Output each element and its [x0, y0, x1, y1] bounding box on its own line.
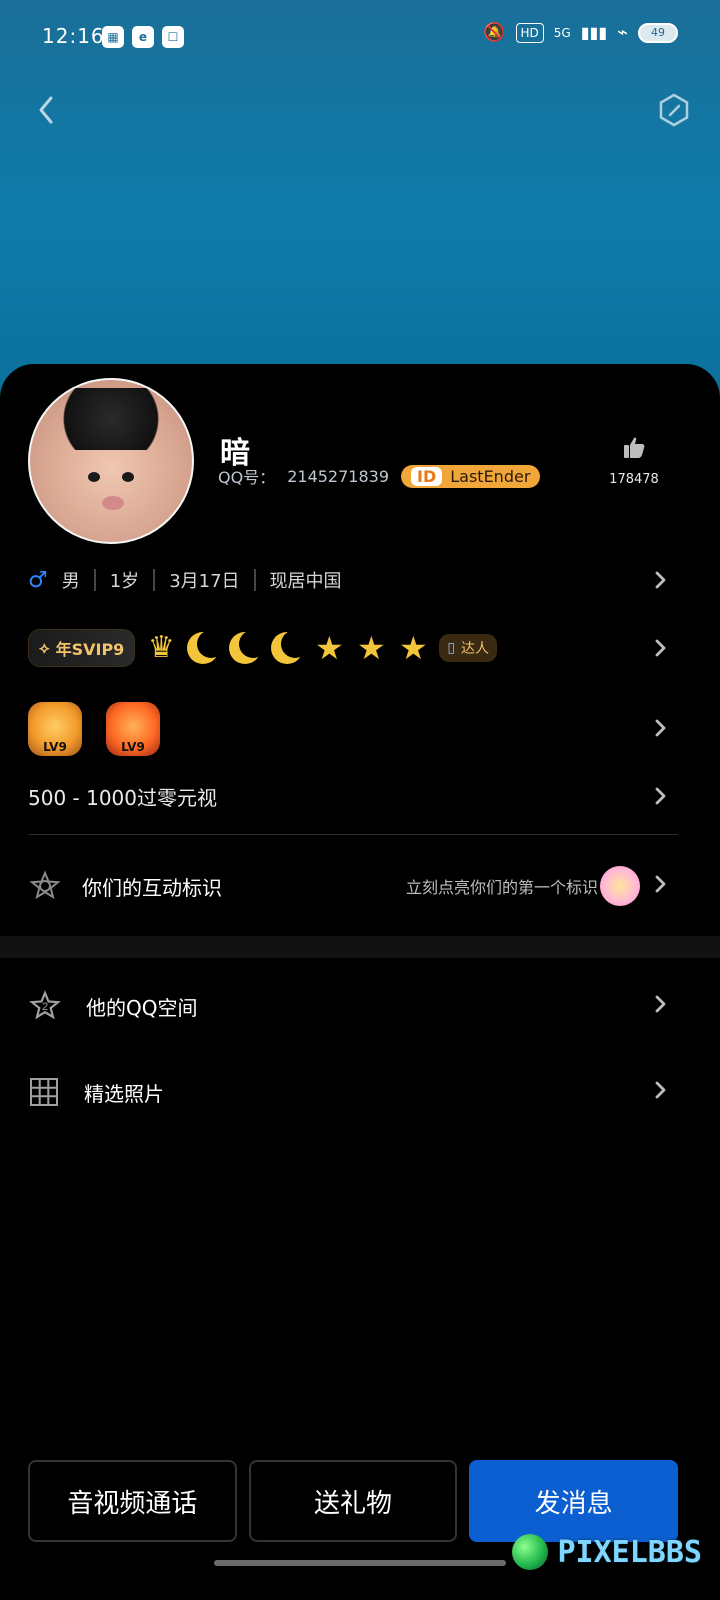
chevron-right-icon [655, 639, 666, 657]
notification-icon: ▦ [102, 26, 124, 48]
av-call-button[interactable]: 音视频通话 [28, 1460, 237, 1542]
avatar[interactable] [28, 378, 194, 544]
moon-icon [187, 630, 226, 664]
silent-icon: 🔕 [483, 22, 506, 43]
age: 1岁 [109, 571, 140, 592]
chevron-right-icon [655, 875, 666, 893]
divider [253, 569, 256, 591]
watermark-logo-icon [511, 1534, 548, 1570]
watermark-text: PIXELBBS [557, 1534, 703, 1570]
interaction-star-icon [29, 870, 61, 900]
menu-item-qq-space[interactable]: 2 他的QQ空间 [28, 978, 690, 1034]
status-right: 🔕 HD 5G ▮▮▮ ⌁ 49 [483, 22, 678, 43]
status-bar: 12:16 ▦ e ☐ 🔕 HD 5G ▮▮▮ ⌁ 49 [0, 0, 720, 76]
network-icon: 5G [553, 25, 571, 40]
battery-icon: 49 [638, 22, 678, 43]
chevron-left-icon [39, 96, 53, 124]
level-text: LV9 [121, 740, 145, 754]
top-navigation [0, 80, 720, 140]
chevron-right-icon [655, 571, 666, 589]
gender: 男 [61, 571, 80, 592]
motto-row[interactable]: 500 - 1000过零元视 [28, 770, 690, 822]
likes[interactable]: 178478 [604, 434, 664, 487]
star-icon: ★ [398, 629, 428, 667]
level-badge-bolt: LV9 [106, 702, 160, 756]
daren-label: 达人 [461, 641, 490, 657]
back-button[interactable] [26, 90, 66, 130]
qq-space-star-icon: 2 [29, 990, 61, 1020]
location: 现居中国 [269, 571, 342, 592]
id-badge[interactable]: ID LastEnder [401, 464, 541, 488]
svip-badge: ⟡ 年SVIP9 [28, 629, 136, 667]
wifi-icon: ⌁ [617, 22, 628, 43]
star-icon: ★ [314, 629, 344, 667]
qq-number[interactable]: 2145271839 [287, 467, 389, 486]
watermark: PIXELBBS [511, 1534, 703, 1570]
male-icon: ♂ [28, 567, 48, 593]
send-gift-button[interactable]: 送礼物 [248, 1460, 458, 1542]
avatar-mouth [102, 496, 124, 510]
crown-icon: ♛ [147, 630, 175, 665]
divider [153, 569, 156, 591]
daren-badge: ▯ 达人 [439, 634, 498, 662]
phone-icon: ▯ [447, 640, 456, 656]
menu-label-qq-space: 他的QQ空间 [86, 995, 198, 1020]
moon-icon [271, 630, 310, 664]
send-message-button[interactable]: 发消息 [469, 1460, 679, 1542]
home-indicator[interactable] [214, 1560, 506, 1566]
chevron-right-icon [655, 787, 666, 805]
edit-profile-button[interactable] [654, 90, 694, 130]
level-text: LV9 [43, 740, 67, 754]
chevron-right-icon [655, 995, 666, 1013]
status-time: 12:16 [42, 24, 105, 48]
avatar-hair [40, 388, 182, 450]
divider [93, 569, 96, 591]
interaction-mark-row[interactable]: 你们的互动标识 立刻点亮你们的第一个标识 [28, 858, 690, 914]
menu-item-photos[interactable]: 精选照片 [28, 1064, 690, 1120]
hd-icon: HD [515, 22, 544, 43]
chevron-right-icon [655, 1081, 666, 1099]
basic-info-row[interactable]: ♂ 男 1岁 3月17日 现居中国 [28, 554, 690, 606]
avatar-eye [122, 472, 134, 482]
svip-label: 年SVIP9 [55, 640, 125, 659]
star-icon: ★ [356, 629, 386, 667]
menu-label-photos: 精选照片 [84, 1081, 164, 1106]
action-bar: 音视频通话 送礼物 发消息 [28, 1460, 679, 1542]
section-gap [0, 936, 720, 958]
birthday: 3月17日 [169, 571, 240, 592]
motto-text: 500 - 1000过零元视 [28, 785, 218, 810]
interaction-hint: 立刻点亮你们的第一个标识 [405, 878, 598, 897]
signal-icon: ▮▮▮ [580, 23, 608, 42]
chevron-right-icon [655, 719, 666, 737]
sticker-icon [600, 866, 640, 906]
wing-icon: ⟡ [39, 638, 50, 657]
thumb-up-icon [624, 437, 645, 458]
moon-icon [229, 630, 268, 664]
id-badge-prefix: ID [411, 466, 443, 486]
interaction-title: 你们的互动标识 [82, 875, 222, 900]
grid-icon [30, 1078, 58, 1106]
notification-icon: ☐ [162, 26, 184, 48]
profile-sheet: 暗 QQ号： 2145271839 ID LastEnder 178478 ♂ … [0, 364, 720, 1600]
notification-icon: e [132, 26, 154, 48]
id-badge-name: LastEnder [450, 466, 531, 486]
vip-row[interactable]: ⟡ 年SVIP9 ♛ ★ ★ ★ ▯ 达人 [28, 622, 690, 674]
likes-count: 178478 [609, 472, 659, 487]
qq-label: QQ号： [218, 468, 276, 487]
level-badge-fire: LV9 [28, 702, 82, 756]
hexagon-edit-icon [659, 93, 689, 127]
section-divider [28, 834, 678, 835]
level-row[interactable]: LV9 LV9 [28, 694, 690, 764]
avatar-eye [88, 472, 100, 482]
qq-line: QQ号： 2145271839 ID LastEnder [218, 464, 541, 488]
svg-text:2: 2 [42, 1001, 48, 1013]
